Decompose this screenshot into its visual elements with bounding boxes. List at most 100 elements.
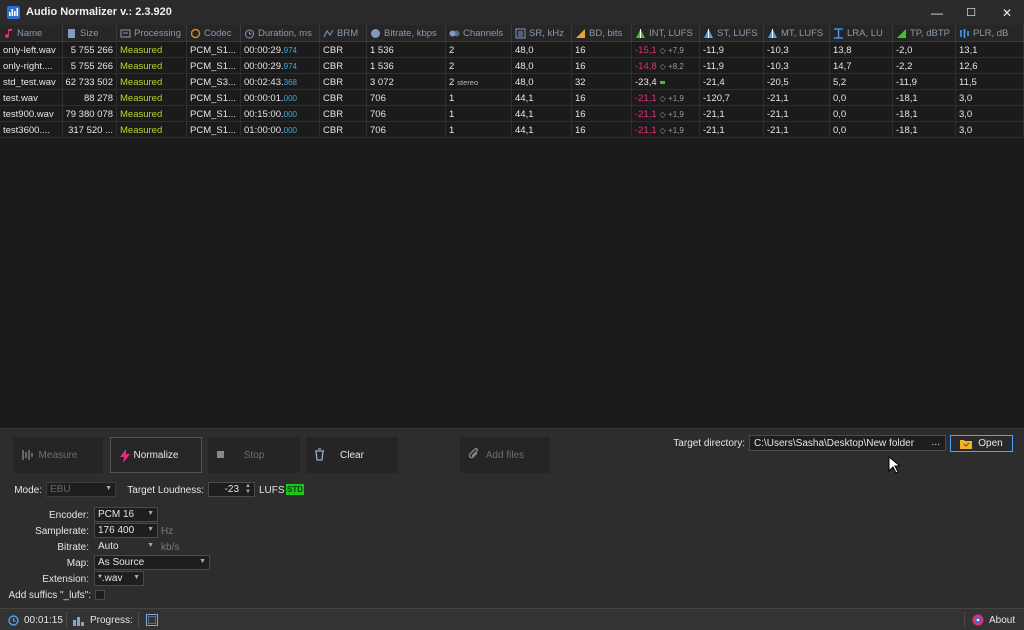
mt-value: -10,3 (767, 44, 789, 56)
column-header-sr[interactable]: SR, kHz (512, 25, 572, 42)
elapsed-time: 00:01:15 (8, 609, 63, 630)
cell-tp: -18,1 (893, 90, 956, 106)
cell-int: -21,1 ◇ +1,9 (632, 122, 700, 138)
column-header-size[interactable]: Size (63, 25, 117, 42)
cell-duration: 00:15:00. 000 (241, 106, 320, 122)
elapsed-value: 00:01:15 (24, 614, 63, 626)
stop-button[interactable]: Stop (208, 437, 300, 473)
measure-button[interactable]: Measure (13, 437, 103, 473)
column-header-brm[interactable]: BRM (320, 25, 367, 42)
codec-value: PCM_S1... (190, 92, 236, 104)
minimize-button[interactable]: — (920, 0, 954, 25)
cell-duration: 00:02:43. 368 (241, 74, 320, 90)
status-bar: 00:01:15 Progress: About (0, 608, 1024, 630)
chevron-down-icon: ▼ (147, 526, 154, 533)
bitrate-select[interactable]: Auto ▼ (94, 539, 158, 554)
cell-channels: 2 stereo (446, 74, 512, 90)
table-row[interactable]: test.wav 88 278 Measured PCM_S1... 00:00:01.… (0, 90, 1024, 106)
column-header-tp[interactable]: TP, dBTP (893, 25, 956, 42)
column-header-label: TP, dBTP (910, 28, 950, 39)
table-row[interactable]: test900.wav 79 380 078 Measured PCM_S1... 00… (0, 106, 1024, 122)
cell-plr: 12,6 (956, 58, 1024, 74)
cell-bd: 16 (572, 106, 632, 122)
target-loudness-input[interactable]: -23 ▲ ▼ (208, 482, 255, 497)
clock-icon (8, 614, 19, 626)
plr-value: 3,0 (959, 92, 973, 104)
std-badge: STD (286, 484, 304, 495)
column-header-bitrate[interactable]: Bitrate, kbps (367, 25, 446, 42)
browse-button[interactable]: ... (932, 437, 940, 448)
size-value: 79 380 078 (65, 108, 113, 120)
lra-value: 0,0 (833, 92, 847, 104)
size-value: 317 520 ... (68, 124, 113, 136)
map-select[interactable]: As Source ▼ (94, 555, 210, 570)
cell-int: -23,4 (632, 74, 700, 90)
column-header-mt[interactable]: MT, LUFS (764, 25, 830, 42)
int-lufs-delta: ◇ +1,9 (659, 125, 684, 135)
clear-button[interactable]: Clear (306, 437, 398, 473)
encoder-select[interactable]: PCM 16 ▼ (94, 507, 158, 522)
column-header-duration[interactable]: Duration, ms (241, 25, 320, 42)
bd-value: 16 (575, 60, 586, 72)
add-files-button[interactable]: Add files (460, 437, 550, 473)
cell-plr: 11,5 (956, 74, 1024, 90)
cell-mt: -21,1 (764, 90, 830, 106)
st-lufs-icon (704, 29, 713, 38)
normalize-button[interactable]: Normalize (110, 437, 202, 473)
cell-brm: CBR (320, 106, 367, 122)
cell-lra: 14,7 (830, 58, 893, 74)
maximize-button[interactable]: ☐ (954, 0, 988, 25)
st-value: -11,9 (703, 44, 724, 56)
table-row[interactable]: std_test.wav 62 733 502 Measured PCM_S3... 0… (0, 74, 1024, 90)
about-button[interactable]: About (972, 609, 1015, 630)
lra-icon (834, 28, 843, 39)
column-header-name[interactable]: Name (0, 25, 63, 42)
cell-duration: 01:00:00. 000 (241, 122, 320, 138)
column-header-processing[interactable]: Processing (117, 25, 187, 42)
st-value: -120,7 (703, 92, 730, 104)
int-lufs-value: -23,4 (635, 76, 657, 88)
column-header-lra[interactable]: LRA, LU (830, 25, 893, 42)
int-lufs-value: -15,1 (635, 44, 657, 56)
codec-value: PCM_S1... (190, 108, 236, 120)
open-label: Open (978, 438, 1003, 449)
column-header-st[interactable]: ST, LUFS (700, 25, 764, 42)
cell-int: -21,1 ◇ +1,9 (632, 90, 700, 106)
column-header-label: Duration, ms (258, 28, 312, 39)
cell-processing: Measured (117, 90, 187, 106)
cell-mt: -21,1 (764, 106, 830, 122)
mouse-cursor-icon (888, 456, 900, 474)
column-header-codec[interactable]: Codec (187, 25, 241, 42)
table-row[interactable]: only-right.... 5 755 266 Measured PCM_S1...… (0, 58, 1024, 74)
duration-ms: 000 (283, 93, 297, 103)
cell-processing: Measured (117, 42, 187, 58)
progress-label: Progress: (90, 614, 133, 626)
table-row[interactable]: only-left.wav 5 755 266 Measured PCM_S1... 0… (0, 42, 1024, 58)
cell-mt: -10,3 (764, 58, 830, 74)
extension-select[interactable]: *.wav ▼ (94, 571, 144, 586)
cell-duration: 00:00:29. 974 (241, 58, 320, 74)
column-header-label: Bitrate, kbps (384, 28, 437, 39)
open-button[interactable]: Open (950, 435, 1013, 452)
column-header-channels[interactable]: Channels (446, 25, 512, 42)
column-header-label: Codec (204, 28, 232, 39)
processing-status: Measured (120, 60, 163, 72)
cell-name: test900.wav (0, 106, 63, 122)
close-button[interactable]: ✕ (990, 0, 1024, 25)
sr-value: 48,0 (515, 76, 534, 88)
target-directory-input[interactable]: C:\Users\Sasha\Desktop\New folder ... (749, 435, 946, 451)
mode-select[interactable]: EBU ▼ (46, 482, 116, 497)
column-header-plr[interactable]: PLR, dB (956, 25, 1024, 42)
column-header-int[interactable]: INT, LUFS (632, 25, 700, 42)
samplerate-select[interactable]: 176 400 ▼ (94, 523, 158, 538)
cell-st: -11,9 (700, 58, 764, 74)
suffix-checkbox[interactable] (95, 590, 105, 600)
spinner-icon[interactable]: ▲ ▼ (245, 483, 251, 495)
cell-sr: 44,1 (512, 90, 572, 106)
cell-size: 5 755 266 (63, 42, 117, 58)
map-label: Map: (66, 558, 89, 569)
mt-value: -21,1 (767, 92, 789, 104)
column-header-bd[interactable]: BD, bits (572, 25, 632, 42)
table-row[interactable]: test3600.... 317 520 ... Measured PCM_S1...… (0, 122, 1024, 138)
int-lufs-delta: ◇ +7,9 (659, 45, 684, 55)
